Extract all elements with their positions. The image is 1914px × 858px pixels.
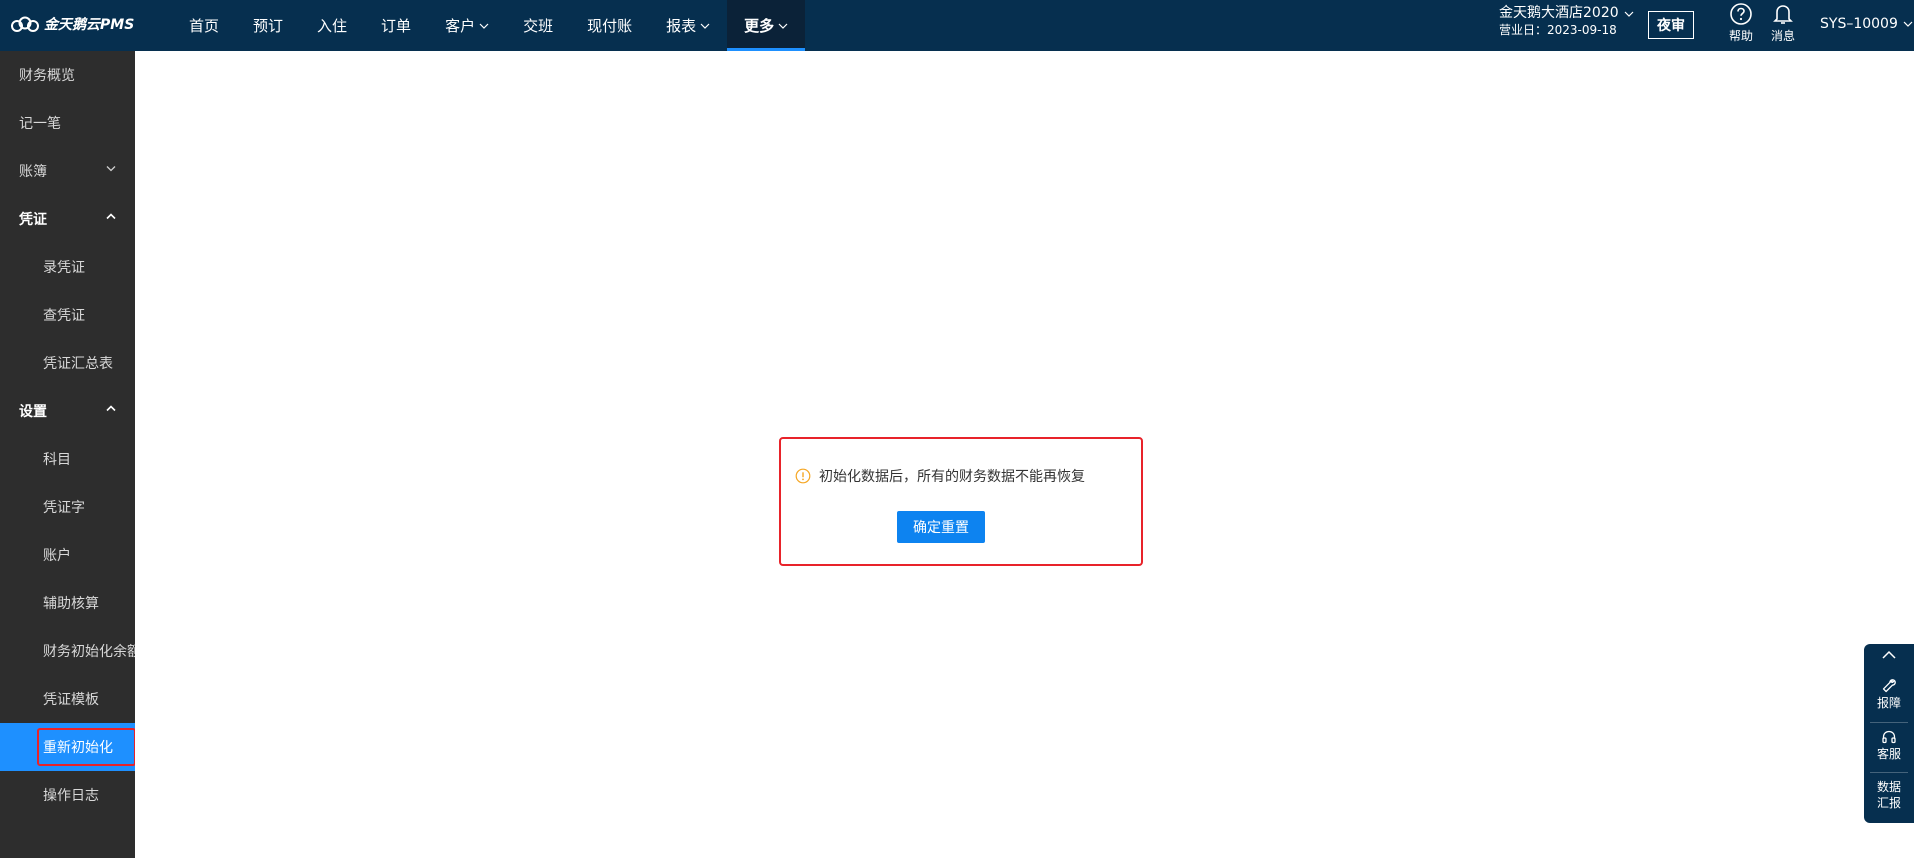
chevron-down-icon (1903, 21, 1913, 27)
help-icon (1730, 3, 1752, 25)
hotel-name: 金天鹅大酒店2020 (1499, 5, 1619, 21)
sidebar-item-subjects[interactable]: 科目 (0, 435, 135, 483)
sidebar-item-label: 操作日志 (43, 788, 99, 804)
sidebar-item-label: 凭证汇总表 (43, 356, 113, 372)
nav-reports[interactable]: 报表 (649, 0, 727, 51)
warning-message: 初始化数据后，所有的财务数据不能再恢复 (795, 466, 1085, 486)
data-report-label-line1: 数据 (1876, 780, 1901, 794)
sidebar-item-label: 凭证模板 (43, 692, 99, 708)
divider (1870, 772, 1908, 773)
warning-icon (795, 468, 811, 484)
night-audit-button[interactable]: 夜审 (1648, 11, 1694, 39)
report-issue-label: 报障 (1876, 696, 1901, 710)
sidebar-item-voucher-template[interactable]: 凭证模板 (0, 675, 135, 723)
sidebar-item-ledger[interactable]: 账簿 (0, 147, 135, 195)
selection-highlight-box (37, 728, 135, 766)
sidebar-item-label: 录凭证 (43, 260, 85, 276)
nav-reports-label: 报表 (666, 17, 697, 35)
headset-icon (1882, 730, 1896, 744)
nav-home-label: 首页 (189, 17, 220, 35)
nav-checkin-label: 入住 (317, 17, 348, 35)
scroll-top-button[interactable] (1864, 650, 1914, 660)
nav-more[interactable]: 更多 (727, 0, 806, 51)
sidebar-item-label: 财务概览 (19, 68, 75, 84)
data-report-button[interactable]: 数据 汇报 (1864, 780, 1914, 811)
sidebar-item-label: 辅助核算 (43, 596, 99, 612)
chevron-down-icon (106, 166, 116, 172)
report-issue-button[interactable]: 报障 (1864, 678, 1914, 711)
sidebar-item-label: 科目 (43, 452, 71, 468)
user-label: SYS–10009 (1820, 15, 1898, 32)
data-report-label-line2: 汇报 (1876, 795, 1901, 810)
sidebar: 财务概览 记一笔 账簿 凭证 录凭证 查凭证 凭证汇总表 设置 科目 凭证字 账… (0, 51, 135, 858)
floating-toolbar: 报障 客服 数据 汇报 (1864, 644, 1914, 823)
sidebar-item-accounts[interactable]: 账户 (0, 531, 135, 579)
chevron-up-icon (106, 213, 116, 220)
chevron-down-icon (778, 23, 788, 29)
customer-service-label: 客服 (1876, 747, 1901, 761)
reinitialize-confirm-panel: 初始化数据后，所有的财务数据不能再恢复 确定重置 (779, 437, 1143, 566)
sidebar-item-query-voucher[interactable]: 查凭证 (0, 291, 135, 339)
nav-reservation[interactable]: 预订 (236, 0, 300, 51)
nav-customers-label: 客户 (445, 17, 476, 35)
sidebar-item-initial-balance[interactable]: 财务初始化余额 (0, 627, 135, 675)
sidebar-item-label: 凭证字 (43, 500, 85, 516)
nav-cash-account[interactable]: 现付账 (570, 0, 649, 51)
help-label: 帮助 (1728, 29, 1753, 43)
chevron-down-icon (479, 23, 489, 29)
nav-checkin[interactable]: 入住 (300, 0, 364, 51)
sidebar-item-label: 账户 (43, 548, 71, 564)
messages-label: 消息 (1770, 29, 1795, 43)
sidebar-item-record-entry[interactable]: 记一笔 (0, 99, 135, 147)
wrench-icon (1882, 679, 1896, 693)
app-logo[interactable]: 金天鹅云PMS (10, 0, 134, 47)
sidebar-item-reinitialize[interactable]: 重新初始化 (0, 723, 135, 771)
confirm-reset-button[interactable]: 确定重置 (897, 511, 985, 543)
nav-orders-label: 订单 (381, 17, 412, 35)
help-button[interactable]: 帮助 (1721, 2, 1761, 44)
sidebar-item-label: 设置 (19, 404, 47, 420)
warning-text: 初始化数据后，所有的财务数据不能再恢复 (819, 469, 1085, 485)
sidebar-item-enter-voucher[interactable]: 录凭证 (0, 243, 135, 291)
sidebar-item-label: 记一笔 (19, 116, 61, 132)
chevron-up-icon (1882, 650, 1896, 659)
sidebar-item-label: 查凭证 (43, 308, 85, 324)
sidebar-item-auxiliary-accounting[interactable]: 辅助核算 (0, 579, 135, 627)
sidebar-item-label: 财务初始化余额 (43, 644, 135, 660)
divider (1870, 722, 1908, 723)
sidebar-item-settings-group[interactable]: 设置 (0, 387, 135, 435)
sidebar-item-voucher-word[interactable]: 凭证字 (0, 483, 135, 531)
hotel-selector[interactable]: 金天鹅大酒店2020 营业日：2023-09-18 (1499, 5, 1634, 38)
top-navigation-bar: 金天鹅云PMS 首页 预订 入住 订单 客户 交班 现付账 报表 更多 金天鹅大… (0, 0, 1914, 51)
sidebar-item-voucher-summary[interactable]: 凭证汇总表 (0, 339, 135, 387)
nav-orders[interactable]: 订单 (364, 0, 428, 51)
business-date: 营业日：2023-09-18 (1499, 22, 1617, 37)
messages-button[interactable]: 消息 (1763, 2, 1803, 44)
nav-reservation-label: 预订 (253, 17, 284, 35)
nav-home[interactable]: 首页 (172, 0, 236, 51)
user-menu[interactable]: SYS–10009 (1820, 0, 1913, 47)
sidebar-item-label: 账簿 (19, 164, 47, 180)
chevron-down-icon (1624, 11, 1634, 17)
sidebar-item-operation-log[interactable]: 操作日志 (0, 771, 135, 819)
nav-customers[interactable]: 客户 (428, 0, 506, 51)
chevron-up-icon (106, 405, 116, 412)
sidebar-item-finance-overview[interactable]: 财务概览 (0, 51, 135, 99)
nav-shift-handover[interactable]: 交班 (506, 0, 570, 51)
logo-text: 金天鹅云PMS (44, 16, 135, 33)
nav-more-label: 更多 (744, 17, 775, 35)
sidebar-item-voucher-group[interactable]: 凭证 (0, 195, 135, 243)
main-nav: 首页 预订 入住 订单 客户 交班 现付账 报表 更多 (172, 0, 806, 51)
customer-service-button[interactable]: 客服 (1864, 729, 1914, 762)
cloud-logo-icon (11, 16, 39, 32)
bell-icon (1773, 5, 1793, 24)
nav-shift-handover-label: 交班 (523, 17, 554, 35)
sidebar-item-label: 凭证 (19, 212, 47, 228)
nav-cash-account-label: 现付账 (587, 17, 633, 35)
chevron-down-icon (700, 23, 710, 29)
